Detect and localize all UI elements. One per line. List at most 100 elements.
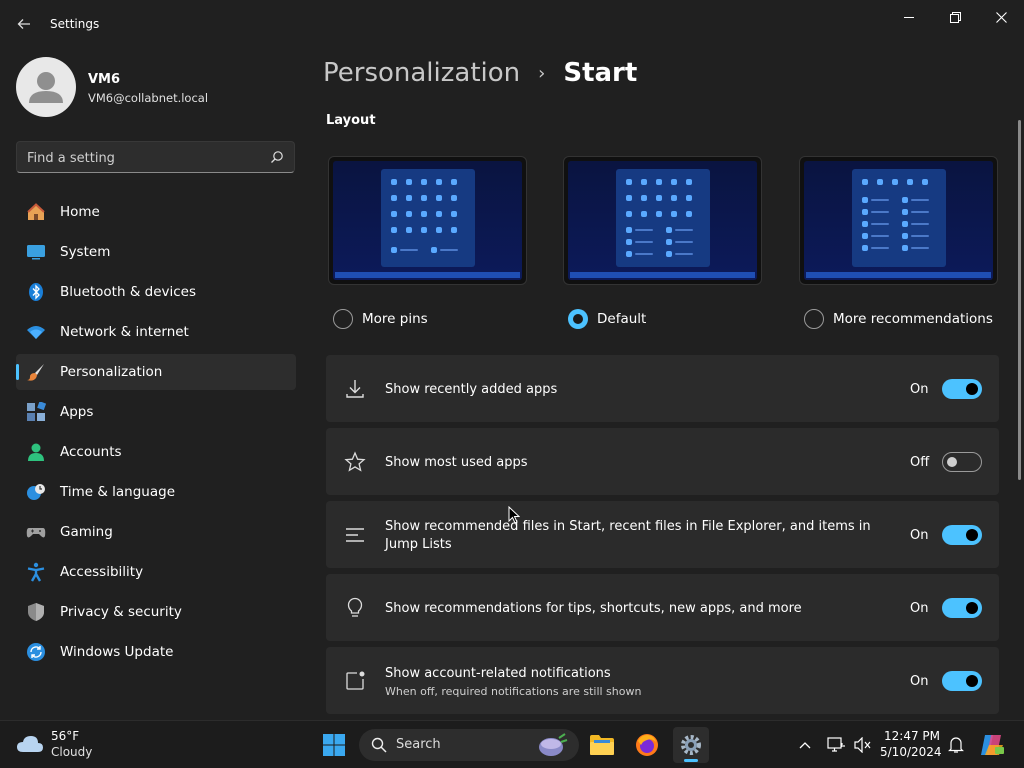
- setting-account-notifications[interactable]: Show account-related notifications When …: [326, 647, 999, 714]
- restore-button[interactable]: [940, 8, 970, 26]
- search-input[interactable]: [27, 148, 257, 168]
- wifi-icon: [27, 326, 45, 339]
- settings-app-button[interactable]: [673, 727, 709, 763]
- pin-dot: [640, 211, 647, 217]
- pin-dot: [901, 233, 908, 239]
- accounts-icon: [28, 443, 44, 461]
- pin-dot: [390, 179, 397, 185]
- pin-dot: [670, 211, 677, 217]
- avatar[interactable]: [16, 57, 76, 117]
- minimize-button[interactable]: [894, 8, 924, 26]
- sidebar-item-label: Accounts: [60, 444, 122, 460]
- notification-icon: [346, 671, 365, 690]
- toggle-state: On: [910, 674, 929, 689]
- setting-label: Show recommended files in Start, recent …: [385, 519, 871, 552]
- pin-dot: [906, 179, 913, 185]
- weather-desc[interactable]: Cloudy: [51, 745, 92, 759]
- toggle-state: On: [910, 601, 929, 616]
- file-explorer-button[interactable]: [584, 727, 620, 763]
- recommendation-line: [910, 247, 929, 249]
- pin-dot: [861, 197, 868, 203]
- cloud-icon[interactable]: [16, 733, 44, 755]
- radio-button[interactable]: [804, 309, 824, 329]
- sidebar-item-accessibility[interactable]: Accessibility: [16, 554, 296, 590]
- setting-recommended-files[interactable]: Show recommended files in Start, recent …: [326, 501, 999, 568]
- pin-dot: [420, 195, 427, 201]
- sidebar-item-accounts[interactable]: Accounts: [16, 434, 296, 470]
- pin-dot: [655, 195, 662, 201]
- pin-dot: [861, 245, 868, 251]
- sidebar-item-label: Windows Update: [60, 644, 174, 660]
- tray-date[interactable]: 5/10/2024: [880, 745, 942, 759]
- layout-preview-more-pins[interactable]: [328, 156, 527, 285]
- setting-recommendations-tips[interactable]: Show recommendations for tips, shortcuts…: [326, 574, 999, 641]
- copilot-icon: [981, 735, 1004, 755]
- sidebar-item-privacy[interactable]: Privacy & security: [16, 594, 296, 630]
- pin-dot: [450, 211, 457, 217]
- network-tray-button[interactable]: [826, 735, 846, 755]
- sidebar-item-network[interactable]: Network & internet: [16, 314, 296, 350]
- radio-button[interactable]: [333, 309, 353, 329]
- sidebar-item-bluetooth[interactable]: Bluetooth & devices: [16, 274, 296, 310]
- pin-dot: [435, 195, 442, 201]
- pin-dot: [625, 227, 632, 233]
- close-button[interactable]: [986, 8, 1016, 26]
- toggle-switch[interactable]: [942, 452, 982, 472]
- toggle-switch[interactable]: [942, 379, 982, 399]
- radio-button[interactable]: [568, 309, 588, 329]
- volume-tray-button[interactable]: [853, 735, 873, 755]
- recommendation-line: [634, 229, 653, 231]
- radio-more-recommendations[interactable]: More recommendations: [804, 309, 993, 329]
- start-button[interactable]: [316, 727, 352, 763]
- system-icon: [27, 245, 45, 260]
- pin-dot: [450, 179, 457, 185]
- layout-heading: Layout: [326, 113, 376, 128]
- pin-dot: [405, 211, 412, 217]
- title-bar: Settings: [0, 0, 1024, 48]
- accessibility-icon: [27, 562, 45, 582]
- toggle-switch[interactable]: [942, 525, 982, 545]
- firefox-button[interactable]: [629, 727, 665, 763]
- sidebar-item-gaming[interactable]: Gaming: [16, 514, 296, 550]
- search-highlight-icon: [539, 733, 568, 756]
- setting-most-used-apps[interactable]: Show most used apps Off: [326, 428, 999, 495]
- scrollbar[interactable]: [1018, 120, 1021, 480]
- taskbar-preview: [570, 272, 755, 278]
- toggle-switch[interactable]: [942, 671, 982, 691]
- mouse-cursor-icon: [508, 506, 520, 524]
- breadcrumb-parent[interactable]: Personalization: [323, 58, 520, 88]
- search-icon[interactable]: [270, 150, 284, 164]
- search-box[interactable]: [16, 141, 295, 173]
- sidebar-item-system[interactable]: System: [16, 234, 296, 270]
- pin-dot: [420, 211, 427, 217]
- radio-more-pins[interactable]: More pins: [333, 309, 428, 329]
- toggle-switch[interactable]: [942, 598, 982, 618]
- pin-dot: [861, 233, 868, 239]
- sidebar-item-personalization[interactable]: Personalization: [16, 354, 296, 390]
- sidebar-item-label: System: [60, 244, 111, 260]
- radio-default[interactable]: Default: [568, 309, 646, 329]
- notifications-button[interactable]: [946, 735, 966, 755]
- weather-temp[interactable]: 56°F: [51, 729, 79, 743]
- sidebar-item-apps[interactable]: Apps: [16, 394, 296, 430]
- tray-overflow-button[interactable]: [795, 735, 815, 755]
- sidebar-item-label: Accessibility: [60, 564, 144, 580]
- taskbar-search[interactable]: Search: [359, 729, 579, 761]
- recommendation-line: [674, 229, 693, 231]
- pin-dot: [640, 179, 647, 185]
- user-name: VM6: [88, 72, 121, 87]
- pin-dot: [861, 221, 868, 227]
- sidebar-item-windows-update[interactable]: Windows Update: [16, 634, 296, 670]
- setting-recently-added-apps[interactable]: Show recently added apps On: [326, 355, 999, 422]
- sidebar-item-time-language[interactable]: Time & language: [16, 474, 296, 510]
- lightbulb-icon: [347, 597, 363, 617]
- layout-preview-default[interactable]: [563, 156, 762, 285]
- pin-dot: [685, 179, 692, 185]
- sidebar-item-label: Gaming: [60, 524, 113, 540]
- tray-time[interactable]: 12:47 PM: [880, 729, 940, 743]
- layout-preview-more-recommendations[interactable]: [799, 156, 998, 285]
- copilot-button[interactable]: [974, 727, 1010, 763]
- back-button[interactable]: [12, 12, 36, 36]
- firefox-icon: [636, 734, 658, 756]
- sidebar-item-home[interactable]: Home: [16, 194, 296, 230]
